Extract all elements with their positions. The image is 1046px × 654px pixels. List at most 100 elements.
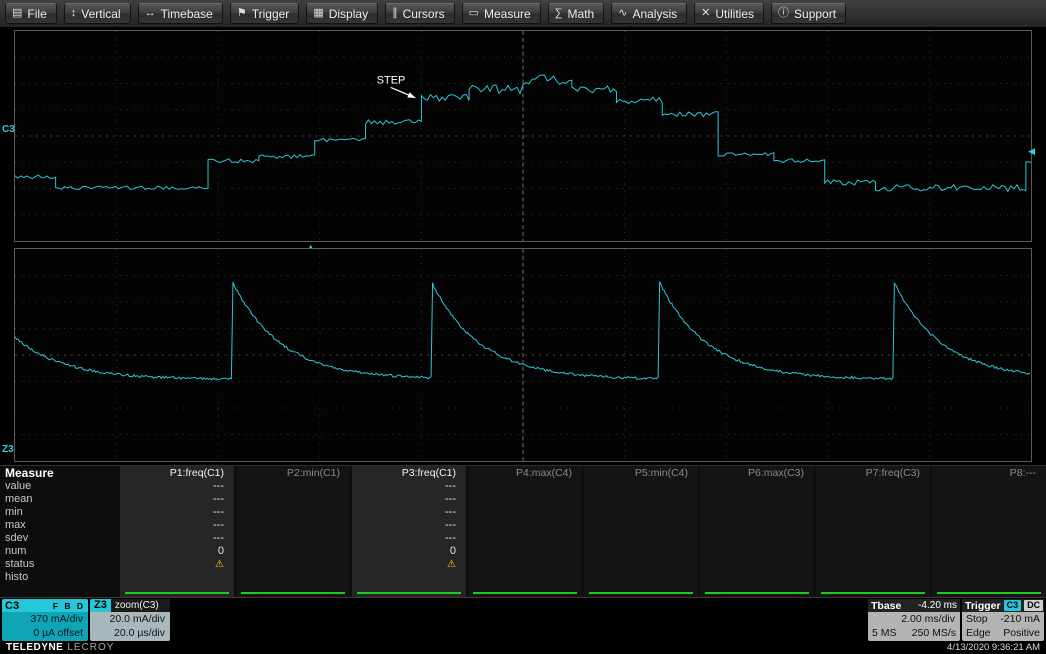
c3-level-marker-icon[interactable]: ◀	[1028, 147, 1035, 156]
measure-column-header: P8:---	[932, 466, 1046, 480]
measure-column-p4[interactable]: P4:max(C4)	[468, 466, 582, 597]
menu-button-label: Support	[794, 7, 836, 21]
menu-button-analysis[interactable]: ∿Analysis	[611, 3, 687, 24]
menu-button-file[interactable]: ▤File	[5, 3, 57, 24]
trigger-slope: Positive	[1003, 626, 1040, 640]
measure-cell-status	[932, 558, 1046, 571]
measure-column-p3[interactable]: P3:freq(C1)---------------0⚠	[352, 466, 466, 597]
menu-button-timebase[interactable]: ↔Timebase	[138, 3, 223, 24]
trigger-mode: Stop	[966, 612, 988, 626]
measure-histogram-baseline	[357, 592, 461, 594]
measure-cell-sdev	[816, 532, 930, 545]
measure-cell-num: 0	[120, 545, 234, 558]
measure-column-p1[interactable]: P1:freq(C1)---------------0⚠	[120, 466, 234, 597]
measure-cell-value: ---	[352, 480, 466, 493]
brand-secondary: LECROY	[67, 642, 114, 653]
display-icon: ▦	[313, 8, 323, 19]
measure-column-p5[interactable]: P5:min(C4)	[584, 466, 698, 597]
trigger-label: Trigger	[965, 600, 1001, 612]
timebase-scale: 2.00 ms/div	[868, 612, 960, 626]
measure-cell-value	[816, 480, 930, 493]
measure-cell-histo	[352, 571, 466, 584]
utilities-icon: ✕	[701, 8, 710, 19]
measure-column-header: P2:min(C1)	[236, 466, 350, 480]
measure-cell-status	[584, 558, 698, 571]
measure-title: Measure	[5, 466, 118, 480]
measure-cell-value	[700, 480, 814, 493]
cursors-icon: ∥	[392, 8, 398, 19]
measure-cell-value	[584, 480, 698, 493]
analysis-icon: ∿	[618, 8, 627, 19]
measure-columns: P1:freq(C1)---------------0⚠P2:min(C1)P3…	[118, 466, 1046, 597]
measure-cell-status: ⚠	[120, 558, 234, 571]
zoom-waveform-grid[interactable]: Z3	[14, 248, 1032, 462]
menu-button-cursors[interactable]: ∥ Cursors	[385, 3, 455, 24]
measure-cell-histo	[932, 571, 1046, 584]
menu-button-vertical[interactable]: ↕Vertical	[64, 3, 131, 24]
measure-cell-sdev: ---	[120, 532, 234, 545]
measure-cell-sdev: ---	[352, 532, 466, 545]
measure-column-header: P1:freq(C1)	[120, 466, 234, 480]
c3-descriptor-box[interactable]: C3 F B D 370 mA/div 0 µA offset	[2, 599, 88, 641]
file-icon: ▤	[12, 8, 22, 19]
measure-cell-min	[700, 506, 814, 519]
measure-column-header: P6:max(C3)	[700, 466, 814, 480]
main-waveform-grid[interactable]: STEP C3 ◀	[14, 30, 1032, 242]
timebase-sampling-row: 5 MS 250 MS/s	[868, 626, 960, 640]
menu-button-label: Cursors	[403, 7, 445, 21]
measure-cell-status	[468, 558, 582, 571]
c3-descriptor-flags: F B D	[53, 601, 85, 611]
measure-column-header: P7:freq(C3)	[816, 466, 930, 480]
measure-column-header: P5:min(C4)	[584, 466, 698, 480]
measure-row-label-num: num	[5, 545, 118, 558]
measure-cell-status: ⚠	[352, 558, 466, 571]
scope-display: STEP C3 ◀ ▲ Z3	[0, 28, 1046, 465]
measure-cell-max	[236, 519, 350, 532]
menu-button-display[interactable]: ▦Display	[306, 3, 378, 24]
menu-button-utilities[interactable]: ✕Utilities	[694, 3, 764, 24]
c3-channel-label: C3	[2, 125, 15, 135]
z3-descriptor-box[interactable]: Z3 zoom(C3) 20.0 mA/div 20.0 µs/div	[90, 599, 170, 641]
measure-cell-mean: ---	[120, 493, 234, 506]
menu-button-label: Measure	[484, 7, 531, 21]
measure-cell-sdev	[932, 532, 1046, 545]
measure-cell-max	[468, 519, 582, 532]
menu-button-math[interactable]: ∑Math	[548, 3, 605, 24]
measure-histogram-baseline	[937, 592, 1041, 594]
menu-button-support[interactable]: ⓘ Support	[771, 3, 846, 24]
measure-row-label-value: value	[5, 480, 118, 493]
measure-cell-mean	[816, 493, 930, 506]
measure-column-p2[interactable]: P2:min(C1)	[236, 466, 350, 597]
measure-cell-min: ---	[120, 506, 234, 519]
measure-column-header: P4:max(C4)	[468, 466, 582, 480]
measure-cell-sdev	[236, 532, 350, 545]
measure-label-column: Measure valuemeanminmaxsdevnumstatushist…	[0, 466, 118, 597]
measure-cell-status	[700, 558, 814, 571]
measure-cell-min	[468, 506, 582, 519]
menu-button-label: Timebase	[161, 7, 213, 21]
c3-scale: 370 mA/div	[2, 612, 88, 626]
measure-cell-sdev	[700, 532, 814, 545]
measure-row-label-mean: mean	[5, 493, 118, 506]
measure-cell-mean	[932, 493, 1046, 506]
z3-waveform	[15, 249, 1031, 461]
measure-cell-histo	[584, 571, 698, 584]
trigger-descriptor-box[interactable]: Trigger C3 DC Stop -210 mA Edge Positive	[962, 599, 1044, 641]
measure-cell-sdev	[584, 532, 698, 545]
measure-cell-histo	[120, 571, 234, 584]
measure-cell-value: ---	[120, 480, 234, 493]
measure-column-p7[interactable]: P7:freq(C3)	[816, 466, 930, 597]
measure-cell-sdev	[468, 532, 582, 545]
timebase-descriptor-box[interactable]: Tbase -4.20 ms 2.00 ms/div 5 MS 250 MS/s	[868, 599, 960, 641]
menu-button-measure[interactable]: ▭ Measure	[462, 3, 541, 24]
measure-column-p6[interactable]: P6:max(C3)	[700, 466, 814, 597]
measure-cell-num: 0	[352, 545, 466, 558]
measure-cell-value	[468, 480, 582, 493]
measure-cell-mean	[700, 493, 814, 506]
measure-icon: ▭	[469, 8, 479, 19]
measure-cell-max: ---	[120, 519, 234, 532]
measure-column-p8[interactable]: P8:---	[932, 466, 1046, 597]
support-icon: ⓘ	[778, 8, 789, 19]
menu-button-trigger[interactable]: ⚑Trigger	[230, 3, 299, 24]
measure-histogram-baseline	[125, 592, 229, 594]
